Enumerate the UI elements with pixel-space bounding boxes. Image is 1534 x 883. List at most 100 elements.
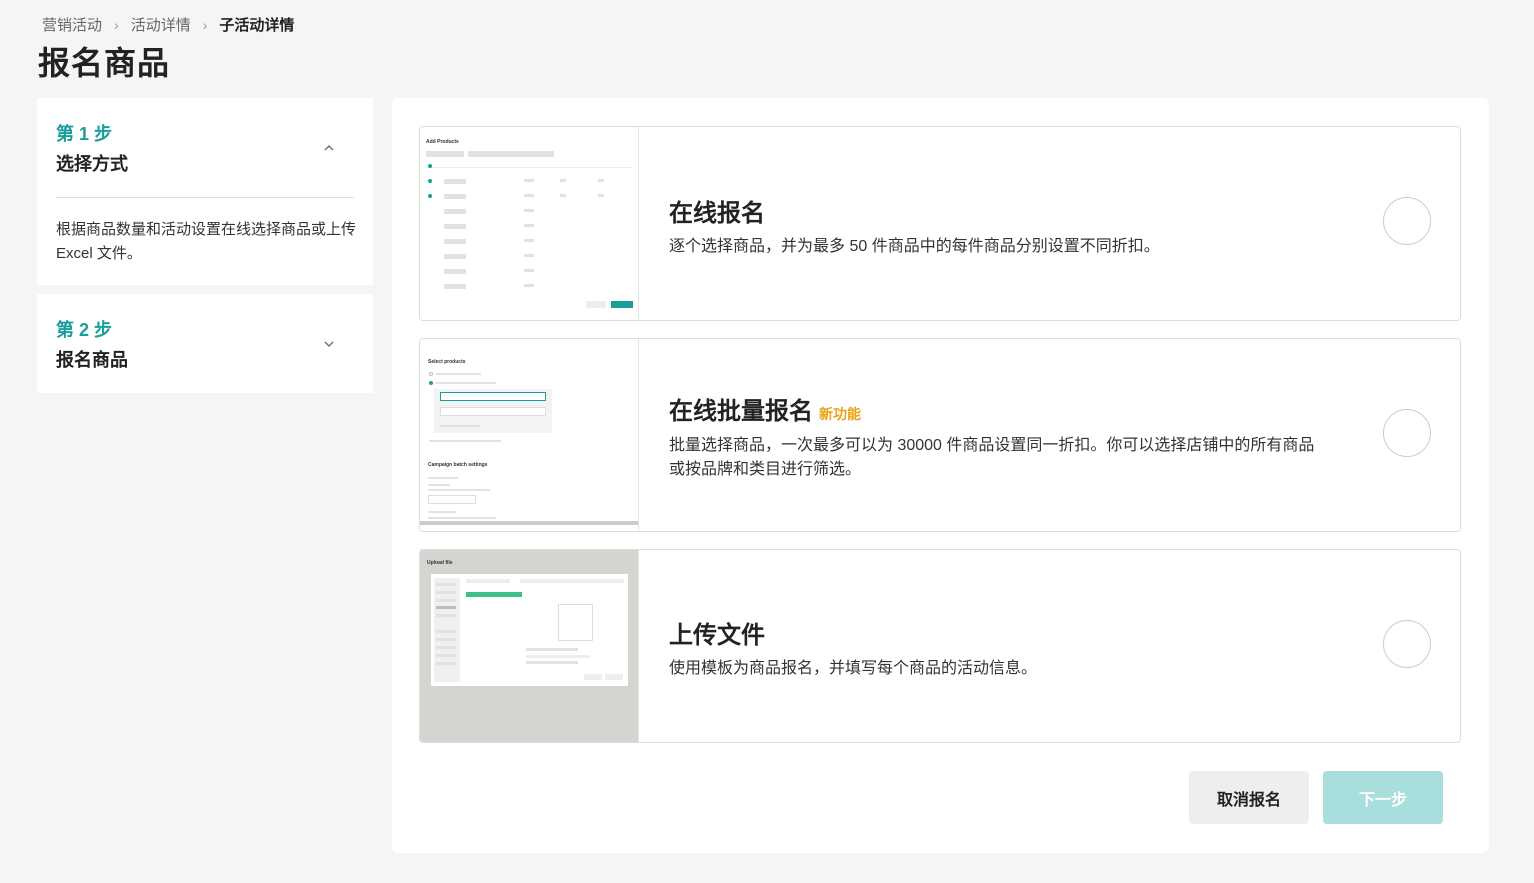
thumb-cell	[524, 254, 534, 257]
thumb-text	[428, 489, 490, 491]
option-online-batch-signup[interactable]: Select products Campaign batch settings …	[419, 338, 1461, 532]
step-2-card[interactable]: 第 2 步 报名商品	[37, 294, 373, 393]
thumb-field	[440, 392, 546, 401]
thumb-nav	[436, 606, 456, 609]
thumb-text	[428, 511, 456, 513]
thumb-row	[444, 194, 466, 199]
thumb-row	[444, 179, 466, 184]
option-upload-file[interactable]: Upload file 上传文件 使用模板为商品报名，并填写每个商品的活动信息。	[419, 549, 1461, 743]
thumb-btn	[605, 674, 623, 680]
thumb-add	[611, 301, 633, 308]
thumb-field	[440, 407, 546, 416]
thumbnail-title: Select products	[428, 359, 466, 365]
thumb-nav	[436, 630, 456, 633]
option-title-text: 在线报名	[669, 200, 765, 227]
step-1-description: 根据商品数量和活动设置在线选择商品或上传 Excel 文件。	[56, 221, 357, 262]
thumb-row	[444, 239, 466, 244]
thumb-cell	[524, 209, 534, 212]
thumbnail-title: Upload file	[427, 560, 453, 566]
option-title-text: 在线批量报名	[669, 398, 813, 425]
thumb-cancel	[586, 301, 606, 308]
thumbnail-title: Add Products	[426, 139, 459, 145]
thumb-cell	[524, 224, 534, 227]
step-1-card[interactable]: 第 1 步 选择方式 根据商品数量和活动设置在线选择商品或上传 Excel 文件…	[37, 98, 373, 285]
divider	[56, 197, 354, 198]
thumb-text	[440, 425, 480, 427]
option-online-signup[interactable]: Add Products 在线报名 逐个选择商品，并为最多 50 件商品中的每件…	[419, 126, 1461, 321]
radio-online-signup[interactable]	[1383, 197, 1431, 245]
online-signup-thumbnail: Add Products	[420, 127, 639, 320]
breadcrumb-item-marketing[interactable]: 营销活动	[42, 14, 102, 35]
thumb-success-toast	[466, 592, 522, 597]
batch-signup-thumbnail: Select products Campaign batch settings	[420, 339, 639, 531]
thumb-nav	[436, 646, 456, 649]
next-step-button[interactable]: 下一步	[1323, 771, 1443, 824]
step-1-name: 选择方式	[56, 154, 128, 174]
option-description: 逐个选择商品，并为最多 50 件商品中的每件商品分别设置不同折扣。	[669, 238, 1160, 255]
thumb-nav	[436, 638, 456, 641]
thumb-cell	[598, 194, 604, 197]
thumb-text	[436, 382, 496, 384]
radio-online-batch-signup[interactable]	[1383, 409, 1431, 457]
thumb-window	[431, 574, 628, 686]
upload-file-thumbnail: Upload file	[420, 550, 639, 742]
thumb-cell	[560, 179, 566, 182]
thumb-dot	[428, 179, 432, 183]
thumb-header	[520, 579, 624, 583]
thumb-dot	[428, 194, 432, 198]
option-description: 批量选择商品，一次最多可以为 30000 件商品设置同一折扣。你可以选择店铺中的…	[669, 437, 1315, 478]
thumb-text	[428, 484, 450, 486]
thumb-cell	[598, 179, 604, 182]
thumb-radio	[429, 381, 433, 385]
thumb-btn	[584, 674, 602, 680]
thumb-cell	[524, 269, 534, 272]
step-1-number: 第 1 步	[56, 124, 113, 144]
thumb-cell	[524, 239, 534, 242]
thumb-text	[526, 655, 590, 658]
thumb-dot	[428, 164, 432, 168]
thumb-nav	[436, 654, 456, 657]
option-title: 在线报名	[669, 193, 765, 228]
thumb-header	[466, 579, 510, 583]
thumb-row	[444, 254, 466, 259]
option-title: 在线批量报名 新功能	[669, 391, 861, 426]
thumb-row	[444, 224, 466, 229]
thumb-text	[526, 648, 578, 651]
thumb-cell	[524, 284, 534, 287]
thumb-nav	[436, 662, 456, 665]
thumb-nav	[436, 583, 456, 586]
thumb-cell	[560, 194, 566, 197]
thumb-text	[428, 477, 458, 479]
thumb-nav	[436, 599, 456, 602]
thumb-text	[436, 373, 481, 375]
thumb-block	[468, 151, 554, 157]
breadcrumb-current: 子活动详情	[219, 17, 295, 34]
breadcrumb-item-campaign-detail[interactable]: 活动详情	[131, 14, 191, 35]
thumb-row	[444, 209, 466, 214]
thumb-text	[429, 440, 501, 442]
thumbnail-subtitle: Campaign batch settings	[428, 462, 488, 468]
chevron-right-icon: ›	[202, 16, 208, 33]
thumb-row	[444, 284, 466, 289]
chevron-down-icon[interactable]	[321, 336, 337, 352]
thumb-nav	[436, 591, 456, 594]
breadcrumb: 营销活动 › 活动详情 › 子活动详情	[42, 14, 294, 35]
thumb-file	[558, 604, 593, 641]
chevron-right-icon: ›	[114, 16, 119, 33]
step-2-number: 第 2 步	[56, 320, 113, 340]
thumb-radio	[429, 372, 433, 376]
thumb-text	[428, 517, 496, 519]
step-2-name: 报名商品	[56, 350, 128, 370]
page-title: 报名商品	[38, 45, 171, 81]
cancel-signup-button[interactable]: 取消报名	[1189, 771, 1309, 824]
thumb-cell	[524, 194, 534, 197]
thumb-cell	[524, 179, 534, 182]
thumb-block	[426, 151, 464, 157]
option-title: 上传文件	[669, 615, 765, 650]
option-description: 使用模板为商品报名，并填写每个商品的活动信息。	[669, 660, 1038, 677]
chevron-up-icon[interactable]	[321, 140, 337, 156]
option-title-text: 上传文件	[669, 622, 765, 649]
thumb-field	[428, 495, 476, 504]
radio-upload-file[interactable]	[1383, 620, 1431, 668]
new-feature-badge: 新功能	[819, 406, 861, 422]
